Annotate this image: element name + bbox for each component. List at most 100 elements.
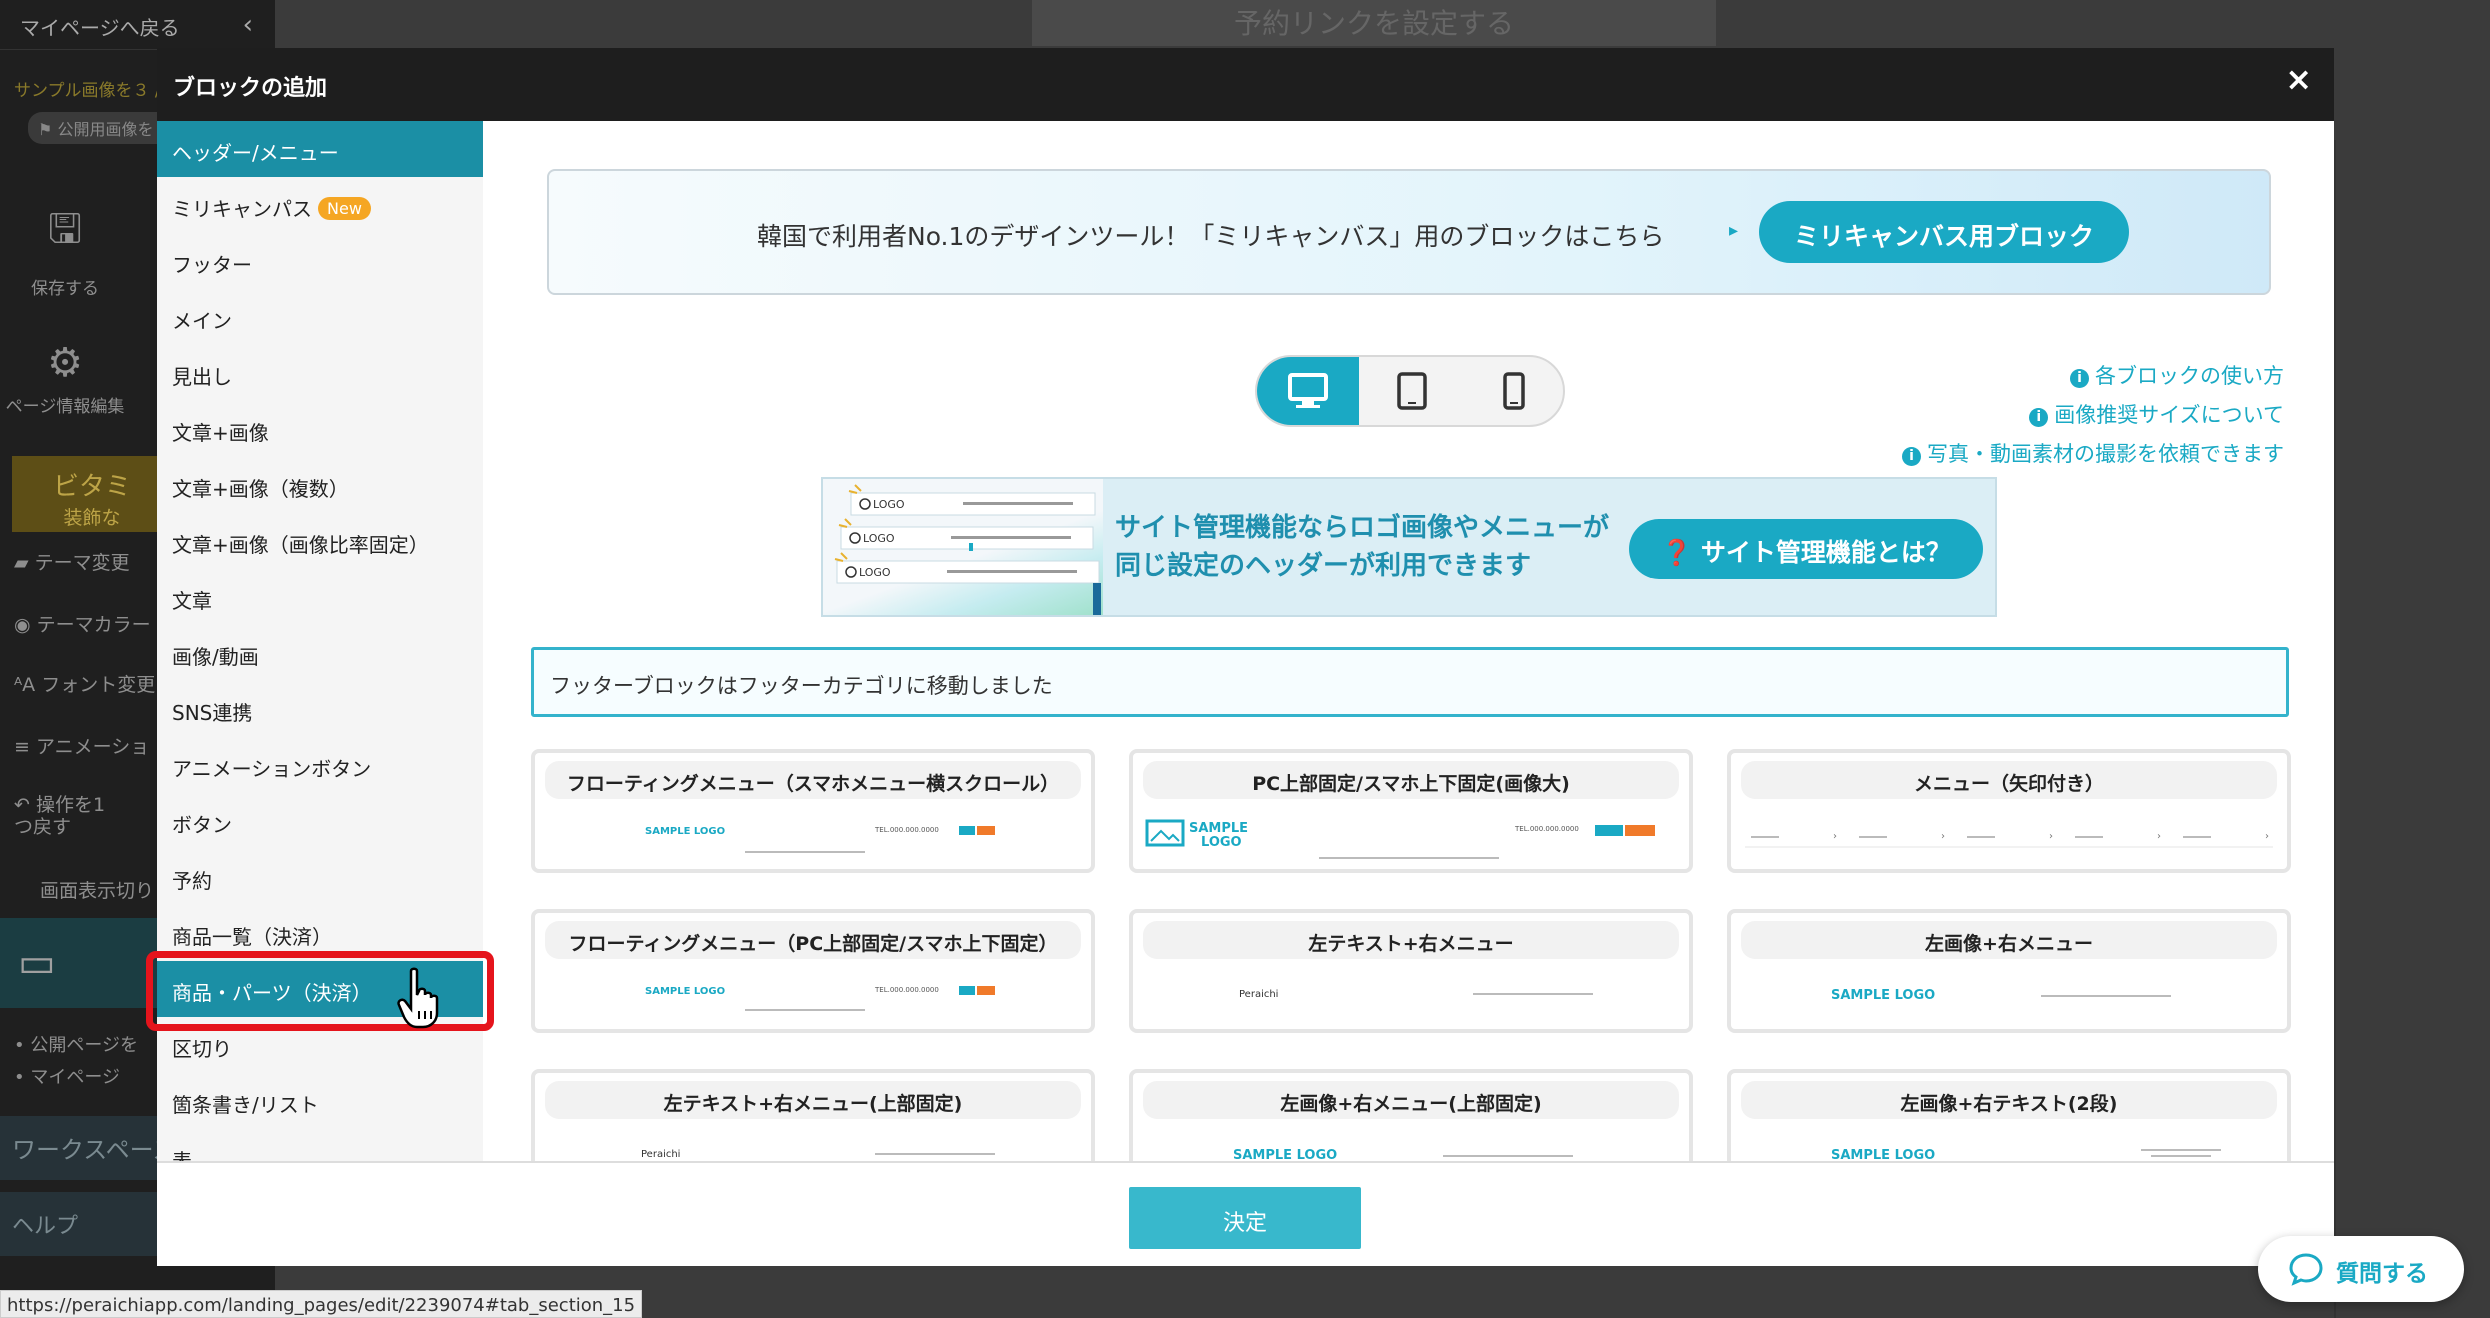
smartphone-icon [1503, 372, 1525, 410]
sample-logo-text: SAMPLE LOGO [1831, 1148, 1935, 1161]
sample-logo-text: SAMPLE LOGO [1233, 1148, 1337, 1161]
caret-right-icon: ▸ [1729, 220, 1739, 241]
category-text-image[interactable]: 文章+画像 [157, 401, 483, 457]
chat-question-button[interactable]: 質問する [2258, 1236, 2464, 1302]
theme-color[interactable]: ◉ テーマカラー [14, 610, 151, 637]
info-icon: i [2070, 369, 2089, 388]
block-card[interactable]: 左テキスト+右メニュー(上部固定) Peraichi [531, 1069, 1095, 1161]
back-to-mypage[interactable]: マイページへ戻る ‹ [0, 0, 275, 50]
block-card[interactable]: PC上部固定/スマホ上下固定(画像大) SAMPLE LOGO TEL.000.… [1129, 749, 1693, 873]
site-management-button[interactable]: ❓ サイト管理機能とは？ [1629, 519, 1983, 579]
sample-logo-text: SAMPLE LOGO [645, 826, 725, 837]
help-links: i 各ブロックの使い方 i 画像推奨サイズについて i 写真・動画素材の撮影を依頼でき… [1902, 357, 2284, 474]
block-card[interactable]: メニュー（矢印付き） › › › › › [1727, 749, 2291, 873]
category-reservation[interactable]: 予約 [157, 849, 483, 905]
category-table[interactable]: 表 [157, 1129, 483, 1161]
editor-links: • 公開ページを • マイページ [14, 1030, 138, 1094]
block-card[interactable]: 左画像+右メニュー(上部固定) SAMPLE LOGO [1129, 1069, 1693, 1161]
category-heading[interactable]: 見出し [157, 345, 483, 401]
card-preview: Peraichi [641, 1149, 995, 1160]
card-title: 左テキスト+右メニュー(上部固定) [545, 1081, 1081, 1119]
public-page-link[interactable]: • 公開ページを [14, 1030, 138, 1062]
category-miricanvas[interactable]: ミリキャンパス New [157, 177, 483, 233]
category-main[interactable]: メイン [157, 289, 483, 345]
gear-icon: ⚙ [47, 340, 83, 386]
block-card[interactable]: 左テキスト+右メニュー Peraichi [1129, 909, 1693, 1033]
card-title: 左画像+右メニュー(上部固定) [1143, 1081, 1679, 1119]
card-preview: SAMPLE LOGO TEL.000.000.0000 [1145, 819, 1655, 859]
category-animation-button[interactable]: アニメーションボタン [157, 737, 483, 793]
card-title: 左画像+右テキスト(2段) [1741, 1081, 2277, 1119]
photo-request-link[interactable]: i 写真・動画素材の撮影を依頼できます [1902, 435, 2284, 474]
promo-header-preview: LOGO LOGO LOGO [823, 479, 1103, 615]
card-preview: SAMPLE LOGO [1831, 988, 2171, 1003]
modal-footer: 決定 [157, 1161, 2334, 1266]
block-card[interactable]: 左画像+右メニュー SAMPLE LOGO [1727, 909, 2291, 1033]
category-product-list[interactable]: 商品一覧（決済） [157, 905, 483, 961]
vita-sub: 装飾な [63, 507, 121, 529]
sample-note: サンプル画像を３ / [14, 81, 161, 101]
miricanvas-block-button[interactable]: ミリキャンバス用ブロック [1759, 201, 2129, 263]
card-title: フローティングメニュー（PC上部固定/スマホ上下固定） [545, 921, 1081, 959]
card-preview: SAMPLE LOGO TEL.000.000.0000 [645, 986, 995, 1011]
block-card[interactable]: フローティングメニュー（スマホメニュー横スクロール） SAMPLE LOGO T… [531, 749, 1095, 873]
tablet-toggle[interactable] [1361, 357, 1463, 425]
category-sns[interactable]: SNS連携 [157, 681, 483, 737]
block-card[interactable]: フローティングメニュー（PC上部固定/スマホ上下固定） SAMPLE LOGO … [531, 909, 1095, 1033]
svg-text:›: › [1941, 831, 1945, 842]
device-toggle [1255, 355, 1565, 427]
category-header-menu[interactable]: ヘッダー/メニュー [157, 121, 483, 177]
undo-button[interactable]: ↶ 操作を1つ戻す [14, 794, 124, 838]
mypage-link[interactable]: • マイページ [14, 1062, 138, 1094]
font-icon: ᴬA [14, 674, 42, 696]
desktop-icon [1288, 373, 1328, 408]
cart-icon: ⚑ [38, 120, 58, 139]
modal-title: ブロックの追加 [173, 76, 328, 101]
theme-change[interactable]: ▰ テーマ変更 [14, 548, 130, 575]
how-to-use-link[interactable]: i 各ブロックの使い方 [1902, 357, 2284, 396]
category-footer[interactable]: フッター [157, 233, 483, 289]
category-text-image-multi[interactable]: 文章+画像（複数） [157, 457, 483, 513]
promo-line-2: 同じ設定のヘッダーが利用できます [1115, 551, 1532, 581]
site-management-promo: LOGO LOGO LOGO サイト管理機能ならロゴ画像やメニューが 同じ設定の… [821, 477, 1997, 617]
svg-text:›: › [2265, 831, 2269, 842]
back-label: マイページへ戻る [20, 16, 180, 40]
category-image-video[interactable]: 画像/動画 [157, 625, 483, 681]
header-preview-illustration: LOGO LOGO LOGO [834, 484, 1101, 615]
tablet-icon [1397, 372, 1427, 410]
card-preview: Peraichi [1239, 989, 1593, 1000]
status-bar-url: https://peraichiapp.com/landing_pages/ed… [0, 1290, 643, 1318]
info-icon: i [1902, 447, 1921, 466]
card-preview: SAMPLE LOGO TEL.000.000.0000 [645, 826, 995, 853]
confirm-button[interactable]: 決定 [1129, 1187, 1361, 1249]
palette-icon: ◉ [14, 614, 37, 636]
question-circle-icon: ❓ [1661, 538, 1693, 567]
animation-setting[interactable]: ≡ アニメーショ [14, 732, 149, 759]
category-divider[interactable]: 区切り [157, 1017, 483, 1073]
category-list[interactable]: 箇条書き/リスト [157, 1073, 483, 1129]
close-button[interactable]: × [2285, 60, 2312, 98]
vita-banner[interactable]: ビタミ 装飾な [12, 456, 172, 532]
display-switch-label: 画面表示切り [40, 880, 155, 902]
card-preview: SAMPLE LOGO [1831, 1148, 2221, 1161]
block-card[interactable]: 左画像+右テキスト(2段) SAMPLE LOGO [1727, 1069, 2291, 1161]
card-title: フローティングメニュー（スマホメニュー横スクロール） [545, 761, 1081, 799]
reservation-link-button[interactable]: 予約リンクを設定する [1032, 0, 1716, 46]
monitor-icon: ▭ [18, 940, 56, 986]
image-size-link[interactable]: i 画像推奨サイズについて [1902, 396, 2284, 435]
smartphone-toggle[interactable] [1463, 357, 1563, 425]
category-product-parts[interactable]: 商品・パーツ（決済） [157, 961, 483, 1017]
right-panel [2334, 140, 2490, 1318]
page-info-button[interactable]: ⚙ ページ情報編集 [0, 340, 130, 417]
desktop-toggle[interactable] [1257, 357, 1359, 425]
save-icon: 🖫 [47, 206, 83, 252]
category-text-image-ratio[interactable]: 文章+画像（画像比率固定） [157, 513, 483, 569]
save-button[interactable]: 🖫 保存する [0, 200, 130, 299]
category-button[interactable]: ボタン [157, 793, 483, 849]
category-text[interactable]: 文章 [157, 569, 483, 625]
miricanvas-banner: 韓国で利用者No.1のデザインツール！「ミリキャンバス」用のブロックはこちら ▸… [547, 169, 2271, 295]
font-change[interactable]: ᴬA フォント変更 [14, 670, 155, 697]
svg-text:›: › [1833, 831, 1837, 842]
logo-text: LOGO [873, 498, 905, 511]
svg-text:›: › [2049, 831, 2053, 842]
